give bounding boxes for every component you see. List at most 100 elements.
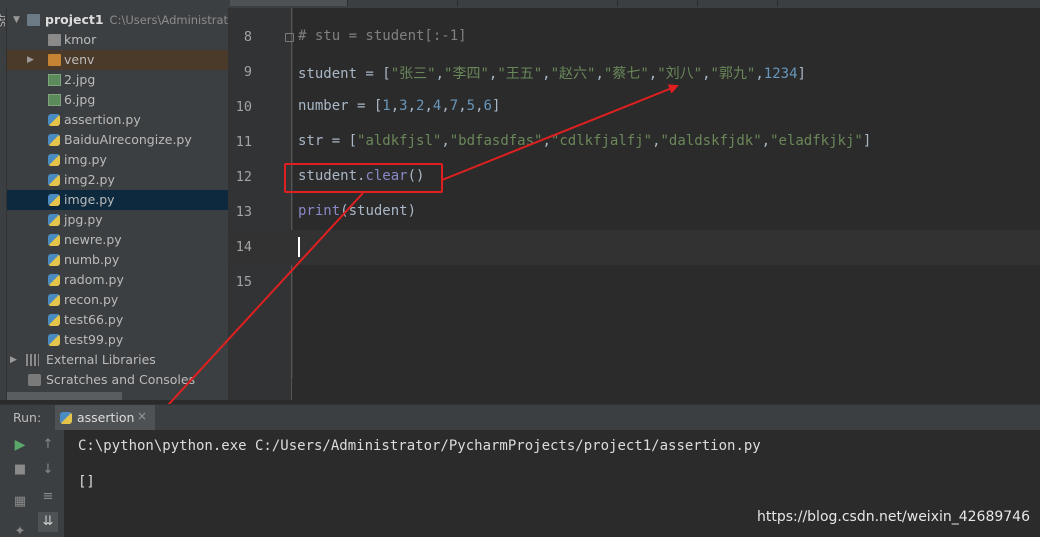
- tree-item[interactable]: ▶ venv: [7, 50, 228, 70]
- editor-tab[interactable]: [618, 0, 698, 6]
- code-token: ]: [491, 98, 501, 114]
- code-token: "李四": [444, 66, 489, 82]
- console-command-line: C:\python\python.exe C:/Users/Administra…: [78, 438, 761, 454]
- fold-icon[interactable]: [285, 33, 294, 42]
- scratches-and-consoles[interactable]: Scratches and Consoles: [7, 370, 228, 390]
- pin-icon[interactable]: ✦: [10, 522, 30, 537]
- library-icon: [26, 354, 39, 366]
- run-tab-assertion[interactable]: assertion ×: [55, 405, 155, 431]
- tree-item[interactable]: newre.py: [7, 230, 228, 250]
- code-text: # stu = student[:-1]: [298, 28, 467, 44]
- code-token: "刘八": [657, 66, 703, 82]
- code-token: "eladfkjkj": [770, 133, 863, 149]
- line-number: 10: [235, 99, 252, 115]
- chevron-right-icon[interactable]: ▶: [10, 350, 20, 370]
- tree-item-label: venv: [64, 52, 95, 67]
- text-caret: [298, 237, 300, 257]
- editor-tab[interactable]: [230, 0, 348, 6]
- code-line[interactable]: 14: [230, 230, 1040, 265]
- code-token: "cdlkfjalfj": [550, 133, 653, 149]
- code-token: ,: [755, 66, 764, 82]
- run-label: Run:: [13, 410, 42, 425]
- code-line[interactable]: 15: [230, 265, 1040, 300]
- code-token: ,: [595, 66, 604, 82]
- code-token: ,: [441, 133, 450, 149]
- tree-item-label: radom.py: [64, 272, 124, 287]
- tree-item-label: imge.py: [64, 192, 115, 207]
- layout-icon[interactable]: ▦: [10, 492, 30, 512]
- folder-icon: [27, 14, 40, 26]
- line-number: 15: [235, 274, 252, 290]
- code-token: "aldkfjsl": [357, 133, 442, 149]
- code-line[interactable]: 13 print(student): [230, 195, 1040, 230]
- code-token: ,: [441, 98, 450, 114]
- project-tree: ▼ project1 C:\Users\Administrato kmor ▶ ven…: [7, 8, 228, 400]
- code-token: ,: [648, 66, 658, 82]
- code-text: print(student): [298, 203, 416, 219]
- tree-item[interactable]: img2.py: [7, 170, 228, 190]
- code-token: "张三": [390, 66, 436, 82]
- run-console[interactable]: C:\python\python.exe C:/Users/Administra…: [64, 430, 1040, 537]
- project-root-path: C:\Users\Administrato: [109, 13, 228, 27]
- code-token: str = [: [298, 133, 358, 149]
- run-panel-header: Run: assertion ×: [0, 404, 1040, 431]
- close-icon[interactable]: ×: [137, 409, 147, 423]
- tree-item-label: numb.py: [64, 252, 120, 267]
- python-file-icon: [48, 194, 60, 206]
- tree-item[interactable]: radom.py: [7, 270, 228, 290]
- arrow-up-icon[interactable]: ↑: [38, 435, 58, 455]
- tree-item[interactable]: assertion.py: [7, 110, 228, 130]
- tree-item-label: img2.py: [64, 172, 115, 187]
- code-token: "daldskfjdk": [660, 133, 762, 149]
- chevron-down-icon[interactable]: ▼: [13, 10, 23, 30]
- tree-item[interactable]: test99.py: [7, 330, 228, 350]
- line-number: 9: [243, 64, 252, 80]
- tree-item[interactable]: numb.py: [7, 250, 228, 270]
- annotation-highlight-box: [284, 163, 443, 193]
- code-editor[interactable]: 8 # stu = student[:-1] 9 student = ["张三","李…: [230, 8, 1040, 400]
- code-token: ,: [542, 66, 551, 82]
- python-file-icon: [48, 114, 60, 126]
- tree-item-label: recon.py: [64, 292, 119, 307]
- stop-icon[interactable]: ■: [10, 460, 30, 480]
- code-token: 1: [382, 98, 391, 114]
- tree-item[interactable]: 2.jpg: [7, 70, 228, 90]
- rerun-icon[interactable]: ▶: [10, 435, 30, 455]
- code-line[interactable]: 8 # stu = student[:-1]: [230, 20, 1040, 55]
- python-file-icon: [48, 274, 60, 286]
- soft-wrap-icon[interactable]: ≡: [38, 487, 58, 507]
- tree-item[interactable]: jpg.py: [7, 210, 228, 230]
- code-line[interactable]: 11 str = ["aldkfjsl","bdfasdfas","cdlkfja…: [230, 125, 1040, 160]
- tree-item[interactable]: imge.py: [7, 190, 228, 210]
- watermark-text: https://blog.csdn.net/weixin_42689746: [756, 509, 1030, 525]
- chevron-right-icon[interactable]: ▶: [27, 50, 37, 70]
- tree-item[interactable]: BaiduAIrecongize.py: [7, 130, 228, 150]
- tree-item[interactable]: kmor: [7, 30, 228, 50]
- code-token: ]: [862, 133, 872, 149]
- tree-item-label: kmor: [64, 32, 97, 47]
- project-horizontal-scrollbar[interactable]: [7, 392, 122, 400]
- editor-tab[interactable]: [698, 0, 778, 6]
- arrow-down-icon[interactable]: ↓: [38, 460, 58, 480]
- editor-tab[interactable]: [348, 0, 458, 6]
- python-file-icon: [48, 214, 60, 226]
- tree-item[interactable]: 6.jpg: [7, 90, 228, 110]
- code-line[interactable]: 9 student = ["张三","李四","王五","赵六","蔡七","刘八…: [230, 55, 1040, 90]
- scroll-to-end-icon[interactable]: ⇊: [38, 512, 58, 532]
- run-tab-label: assertion: [77, 410, 135, 425]
- code-token: "赵六": [550, 66, 596, 82]
- external-libraries[interactable]: ▶ External Libraries: [7, 350, 228, 370]
- line-number: 14: [235, 239, 252, 255]
- code-token: (student): [340, 203, 417, 219]
- tree-item[interactable]: recon.py: [7, 290, 228, 310]
- editor-tab[interactable]: [458, 0, 618, 6]
- line-number: 12: [235, 169, 252, 185]
- tree-item[interactable]: test66.py: [7, 310, 228, 330]
- python-file-icon: [48, 134, 60, 146]
- code-line[interactable]: 10 number = [1,3,2,4,7,5,6]: [230, 90, 1040, 125]
- tree-item-label: BaiduAIrecongize.py: [64, 132, 192, 147]
- tree-item[interactable]: img.py: [7, 150, 228, 170]
- code-token: ,: [424, 98, 433, 114]
- project-root[interactable]: ▼ project1 C:\Users\Administrato: [7, 10, 228, 30]
- code-token: number = [: [298, 98, 383, 114]
